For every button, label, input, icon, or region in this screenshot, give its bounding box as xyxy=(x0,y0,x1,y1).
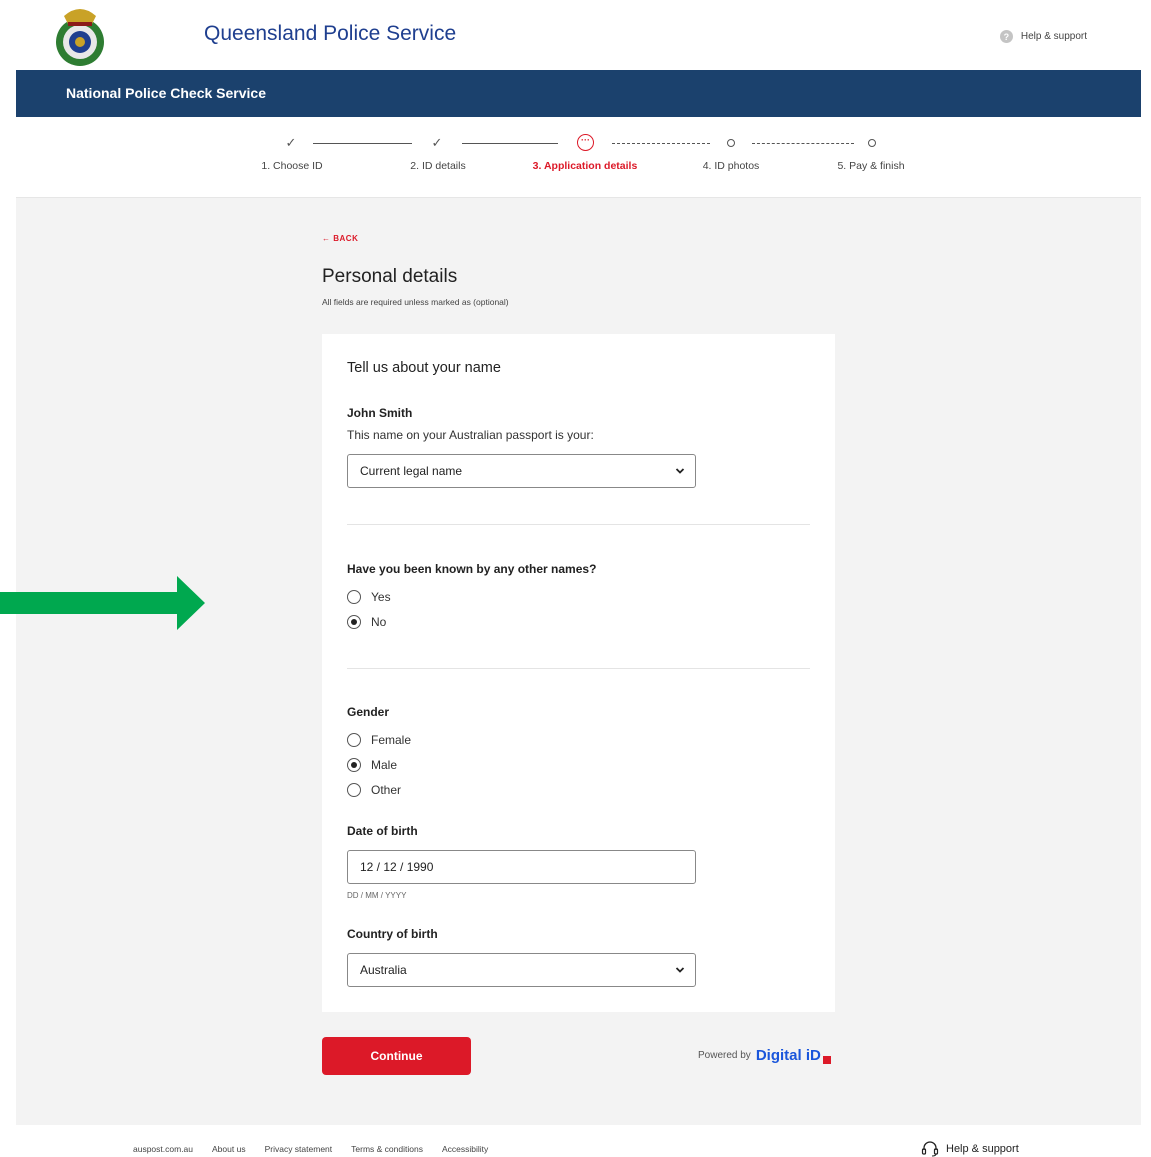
country-value: Australia xyxy=(360,963,407,977)
radio-label: Other xyxy=(371,783,402,797)
progress-stepper: ✓ ✓ ··· 1. Choose ID 2. ID details 3. Ap… xyxy=(16,117,1141,198)
country-label: Country of birth xyxy=(347,927,438,941)
org-name: Queensland Police Service xyxy=(204,22,457,45)
dob-value: 12 / 12 / 1990 xyxy=(360,860,434,874)
step-connector xyxy=(313,143,412,144)
continue-button[interactable]: Continue xyxy=(322,1037,471,1075)
name-type-select[interactable]: Current legal name xyxy=(347,454,696,488)
check-icon: ✓ xyxy=(285,135,297,150)
gender-female-option[interactable]: Female xyxy=(347,733,411,747)
chevron-down-icon xyxy=(675,468,685,474)
footer-link-auspost[interactable]: auspost.com.au xyxy=(133,1144,193,1154)
dob-hint: DD / MM / YYYY xyxy=(347,891,407,900)
section-divider xyxy=(347,524,810,525)
nav-bar: National Police Check Service xyxy=(16,70,1141,117)
top-help-link[interactable]: ? Help & support xyxy=(999,30,1087,43)
dob-label: Date of birth xyxy=(347,824,418,838)
gender-male-option[interactable]: Male xyxy=(347,758,397,772)
more-icon: ··· xyxy=(577,134,594,151)
country-select[interactable]: Australia xyxy=(347,953,696,987)
footer-help-link[interactable]: Help & support xyxy=(921,1141,1019,1157)
radio-selected[interactable] xyxy=(347,758,361,772)
other-names-yes-option[interactable]: Yes xyxy=(347,590,391,604)
headset-icon xyxy=(921,1141,939,1157)
step-connector xyxy=(462,143,558,144)
digital-id-logo: Digital iD xyxy=(755,1047,821,1064)
radio-unselected[interactable] xyxy=(347,783,361,797)
top-help-label: Help & support xyxy=(1020,31,1087,42)
dob-input[interactable]: 12 / 12 / 1990 xyxy=(347,850,696,884)
footer-links: auspost.com.au About us Privacy statemen… xyxy=(133,1144,488,1154)
radio-label: No xyxy=(371,615,387,629)
step-label-choose-id: 1. Choose ID xyxy=(261,160,323,172)
step-pending-icon xyxy=(868,139,876,147)
digital-id-badge-icon xyxy=(822,1055,831,1064)
police-crest-logo xyxy=(56,9,104,66)
step-label-id-details: 2. ID details xyxy=(410,160,466,172)
step-label-id-photos: 4. ID photos xyxy=(702,160,760,172)
check-icon: ✓ xyxy=(431,135,443,150)
footer: auspost.com.au About us Privacy statemen… xyxy=(0,1125,1151,1157)
step-label-application-details: 3. Application details xyxy=(532,160,638,172)
nav-title: National Police Check Service xyxy=(66,85,266,101)
name-type-value: Current legal name xyxy=(360,464,463,478)
footer-link-about[interactable]: About us xyxy=(212,1144,246,1154)
step-connector xyxy=(612,143,710,144)
radio-unselected[interactable] xyxy=(347,733,361,747)
radio-label: Female xyxy=(371,733,412,747)
radio-unselected[interactable] xyxy=(347,590,361,604)
radio-label: Yes xyxy=(371,590,391,604)
chevron-down-icon xyxy=(675,967,685,973)
footer-help-label: Help & support xyxy=(946,1143,1019,1155)
page-title: Personal details xyxy=(322,266,458,287)
page-subtitle: All fields are required unless marked as… xyxy=(322,297,509,307)
radio-label: Male xyxy=(371,758,398,772)
footer-link-accessibility[interactable]: Accessibility xyxy=(442,1144,488,1154)
question-icon: ? xyxy=(999,30,1013,43)
other-names-question: Have you been known by any other names? xyxy=(347,562,597,576)
main-content: ← BACK Personal details All fields are r… xyxy=(16,198,1141,1125)
step-pending-icon xyxy=(727,139,735,147)
step-label-pay-finish: 5. Pay & finish xyxy=(837,160,905,172)
footer-link-terms[interactable]: Terms & conditions xyxy=(351,1144,423,1154)
powered-by-label: Powered by xyxy=(698,1050,751,1061)
person-name: John Smith xyxy=(347,406,413,420)
step-connector xyxy=(752,143,854,144)
name-section-title: Tell us about your name xyxy=(347,360,501,376)
name-question: This name on your Australian passport is… xyxy=(347,428,594,442)
top-header: Queensland Police Service ? Help & suppo… xyxy=(0,0,1151,70)
footer-link-privacy[interactable]: Privacy statement xyxy=(265,1144,333,1154)
powered-by: Powered by Digital iD xyxy=(698,1047,831,1064)
personal-details-card: Tell us about your name John Smith This … xyxy=(322,334,835,1012)
arrow-left-icon: ← xyxy=(322,234,334,243)
radio-selected[interactable] xyxy=(347,615,361,629)
gender-other-option[interactable]: Other xyxy=(347,783,401,797)
other-names-no-option[interactable]: No xyxy=(347,615,386,629)
back-label: BACK xyxy=(333,234,359,243)
back-link[interactable]: ← BACK xyxy=(322,234,358,243)
gender-label: Gender xyxy=(347,705,390,719)
section-divider xyxy=(347,668,810,669)
green-arrow-annotation xyxy=(0,576,205,630)
